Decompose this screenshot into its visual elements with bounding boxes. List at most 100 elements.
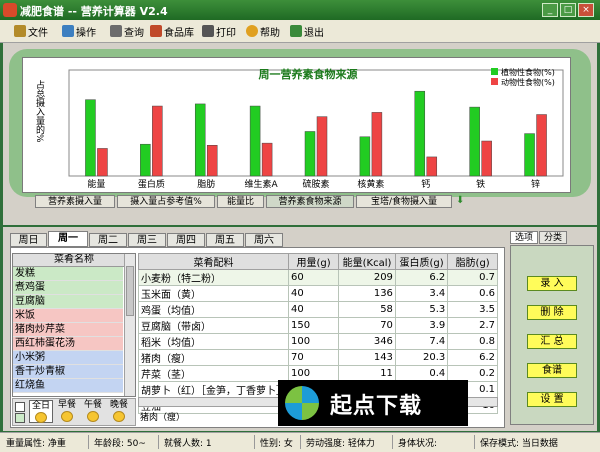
tab-mon[interactable]: 周一 (48, 231, 88, 247)
cell-protein: 6.2 (394, 269, 449, 286)
x-tick-label: 锌 (531, 178, 540, 190)
dish-list: 菜肴名称 发糕 煮鸡蛋 豆腐脑 米饭 猪肉炒芹菜 西红柿蛋花汤 小米粥 香干炒青椒 红烧鱼 (12, 253, 136, 397)
cell-energy: 209 (338, 269, 396, 286)
cell-fat: 0.8 (447, 333, 498, 350)
col-ingredient[interactable]: 菜肴配料 (138, 253, 289, 270)
search-icon (110, 25, 122, 37)
recipe-button[interactable]: 食谱 (527, 363, 577, 378)
menu-help[interactable]: 帮助 (246, 23, 280, 39)
meal-lunch[interactable]: 午餐 (81, 400, 105, 423)
ingredient-row[interactable]: 小麦粉（特二粉） 60 209 6.2 0.7 (138, 269, 498, 286)
dish-list-item[interactable]: 发糕 (13, 267, 123, 281)
bar-硫胺素-plant (304, 131, 316, 177)
dish-list-item[interactable]: 煮鸡蛋 (13, 281, 123, 295)
cell-amount: 40 (287, 301, 340, 318)
chart-canvas: 周一营养素食物来源 占总摄入量的% 植物性食物(%) 动物性食物(%) 能量 蛋白质 脂肪 维… (22, 57, 571, 193)
dish-list-item[interactable]: 豆腐脑 (13, 295, 123, 309)
bar-钙-plant (414, 90, 426, 177)
tab-options[interactable]: 选项 (510, 231, 538, 244)
legend-label: 植物性食物(%) (501, 67, 555, 77)
meal-breakfast[interactable]: 早餐 (55, 400, 79, 423)
dish-list-item[interactable]: 猪肉炒芹菜 (13, 323, 123, 337)
bar-核黄素-plant (359, 136, 371, 177)
y-axis-label: 占总摄入量的% (34, 79, 45, 143)
side-tabs: 选项 分类 (510, 231, 594, 245)
cell-amount: 40 (287, 285, 340, 302)
title-bar: 减肥食谱 -- 营养计算器 V2.4 _ □ × (0, 0, 600, 20)
cell-fat: 2.7 (447, 317, 498, 334)
bar-铁-plant (469, 106, 480, 177)
cell-energy: 143 (338, 349, 396, 366)
meal-checkbox-a[interactable] (15, 402, 25, 412)
col-energy[interactable]: 能量(Kcal) (338, 253, 396, 270)
chart-btn-food-source[interactable]: 营养素食物来源 (266, 195, 354, 208)
chart-btn-intake[interactable]: 营养素摄入量 (35, 195, 115, 208)
file-icon (14, 25, 26, 37)
tab-category[interactable]: 分类 (539, 231, 567, 244)
close-button[interactable]: × (578, 3, 594, 17)
dish-list-item[interactable]: 香干炒青椒 (13, 365, 123, 379)
dish-list-item[interactable]: 红烧鱼 (13, 379, 123, 393)
cell-energy: 136 (338, 285, 396, 302)
window-title: 减肥食谱 -- 营养计算器 V2.4 (20, 5, 168, 18)
col-amount[interactable]: 用量(g) (287, 253, 340, 270)
cell-ingredient: 芹菜（茎） (138, 365, 289, 382)
cell-fat: 0.7 (447, 269, 498, 286)
tab-fri[interactable]: 周五 (206, 233, 244, 247)
summary-button[interactable]: 汇 总 (527, 334, 577, 349)
meal-all-day[interactable]: 全日 (29, 400, 53, 423)
menu-file[interactable]: 文件 (14, 23, 48, 39)
status-gender: 性别: 女 (260, 439, 293, 449)
status-health: 身体状况: (398, 439, 438, 449)
minimize-button[interactable]: _ (542, 3, 558, 17)
clock-icon (61, 411, 73, 422)
dish-list-scrollbar[interactable] (124, 254, 135, 396)
app-icon (3, 3, 17, 17)
meal-checkbox-b[interactable] (15, 413, 25, 423)
clock-icon (87, 411, 99, 422)
menu-print[interactable]: 打印 (202, 23, 236, 39)
settings-button[interactable]: 设 置 (527, 392, 577, 407)
cell-ingredient: 猪肉（瘦） (138, 349, 289, 366)
meal-dinner[interactable]: 晚餐 (107, 400, 131, 423)
operation-icon (62, 25, 74, 37)
ingredient-row[interactable]: 鸡蛋（均值） 40 58 5.3 3.5 (138, 301, 498, 318)
status-save-mode: 保存模式: 当日数据 (480, 439, 558, 449)
ingredient-row[interactable]: 猪肉（瘦） 70 143 20.3 6.2 (138, 349, 498, 366)
menu-food-library[interactable]: 食品库 (150, 23, 194, 39)
menu-operation[interactable]: 操作 (62, 23, 96, 39)
ingredient-row[interactable]: 稻米（均值） 100 346 7.4 0.8 (138, 333, 498, 350)
dish-list-header: 菜肴名称 (13, 254, 135, 267)
chart-btn-energy-ratio[interactable]: 能量比 (217, 195, 264, 208)
dish-list-item[interactable]: 小米粥 (13, 351, 123, 365)
tab-sun[interactable]: 周日 (10, 233, 47, 247)
menu-exit[interactable]: 退出 (290, 23, 324, 39)
cell-protein: 7.4 (394, 333, 449, 350)
bar-脂肪-plant (194, 103, 206, 177)
ingredient-row[interactable]: 豆腐脑（带卤） 150 70 3.9 2.7 (138, 317, 498, 334)
delete-button[interactable]: 删 除 (527, 305, 577, 320)
cell-ingredient: 豆腐脑（带卤） (138, 317, 289, 334)
cell-energy: 70 (338, 317, 396, 334)
x-tick-label: 蛋白质 (138, 178, 165, 190)
tab-tue[interactable]: 周二 (89, 233, 127, 247)
tab-thu[interactable]: 周四 (167, 233, 205, 247)
input-button[interactable]: 录 入 (527, 276, 577, 291)
dish-list-item[interactable]: 西红柿蛋花汤 (13, 337, 123, 351)
maximize-button[interactable]: □ (560, 3, 576, 17)
chart-btn-percent-ref[interactable]: 摄入量占参考值% (117, 195, 215, 208)
arrow-down-icon[interactable]: ⬇ (456, 196, 466, 206)
dish-list-item[interactable]: 米饭 (13, 309, 123, 323)
col-fat[interactable]: 脂肪(g) (447, 253, 498, 270)
menu-search[interactable]: 查询 (110, 23, 144, 39)
scroll-thumb[interactable] (126, 266, 134, 316)
cell-fat: 3.5 (447, 301, 498, 318)
col-protein[interactable]: 蛋白质(g) (394, 253, 449, 270)
ingredient-row[interactable]: 玉米面（黄） 40 136 3.4 0.6 (138, 285, 498, 302)
chart-btn-pagoda[interactable]: 宝塔/食物摄入量 (356, 195, 452, 208)
bar-维生素A-plant (249, 105, 261, 177)
tab-wed[interactable]: 周三 (128, 233, 166, 247)
ingredient-header-row: 菜肴配料 用量(g) 能量(Kcal) 蛋白质(g) 脂肪(g) (138, 253, 498, 270)
cell-ingredient: 胡萝卜（红）［金笋，丁香萝卜］ (138, 381, 289, 398)
tab-sat[interactable]: 周六 (245, 233, 283, 247)
